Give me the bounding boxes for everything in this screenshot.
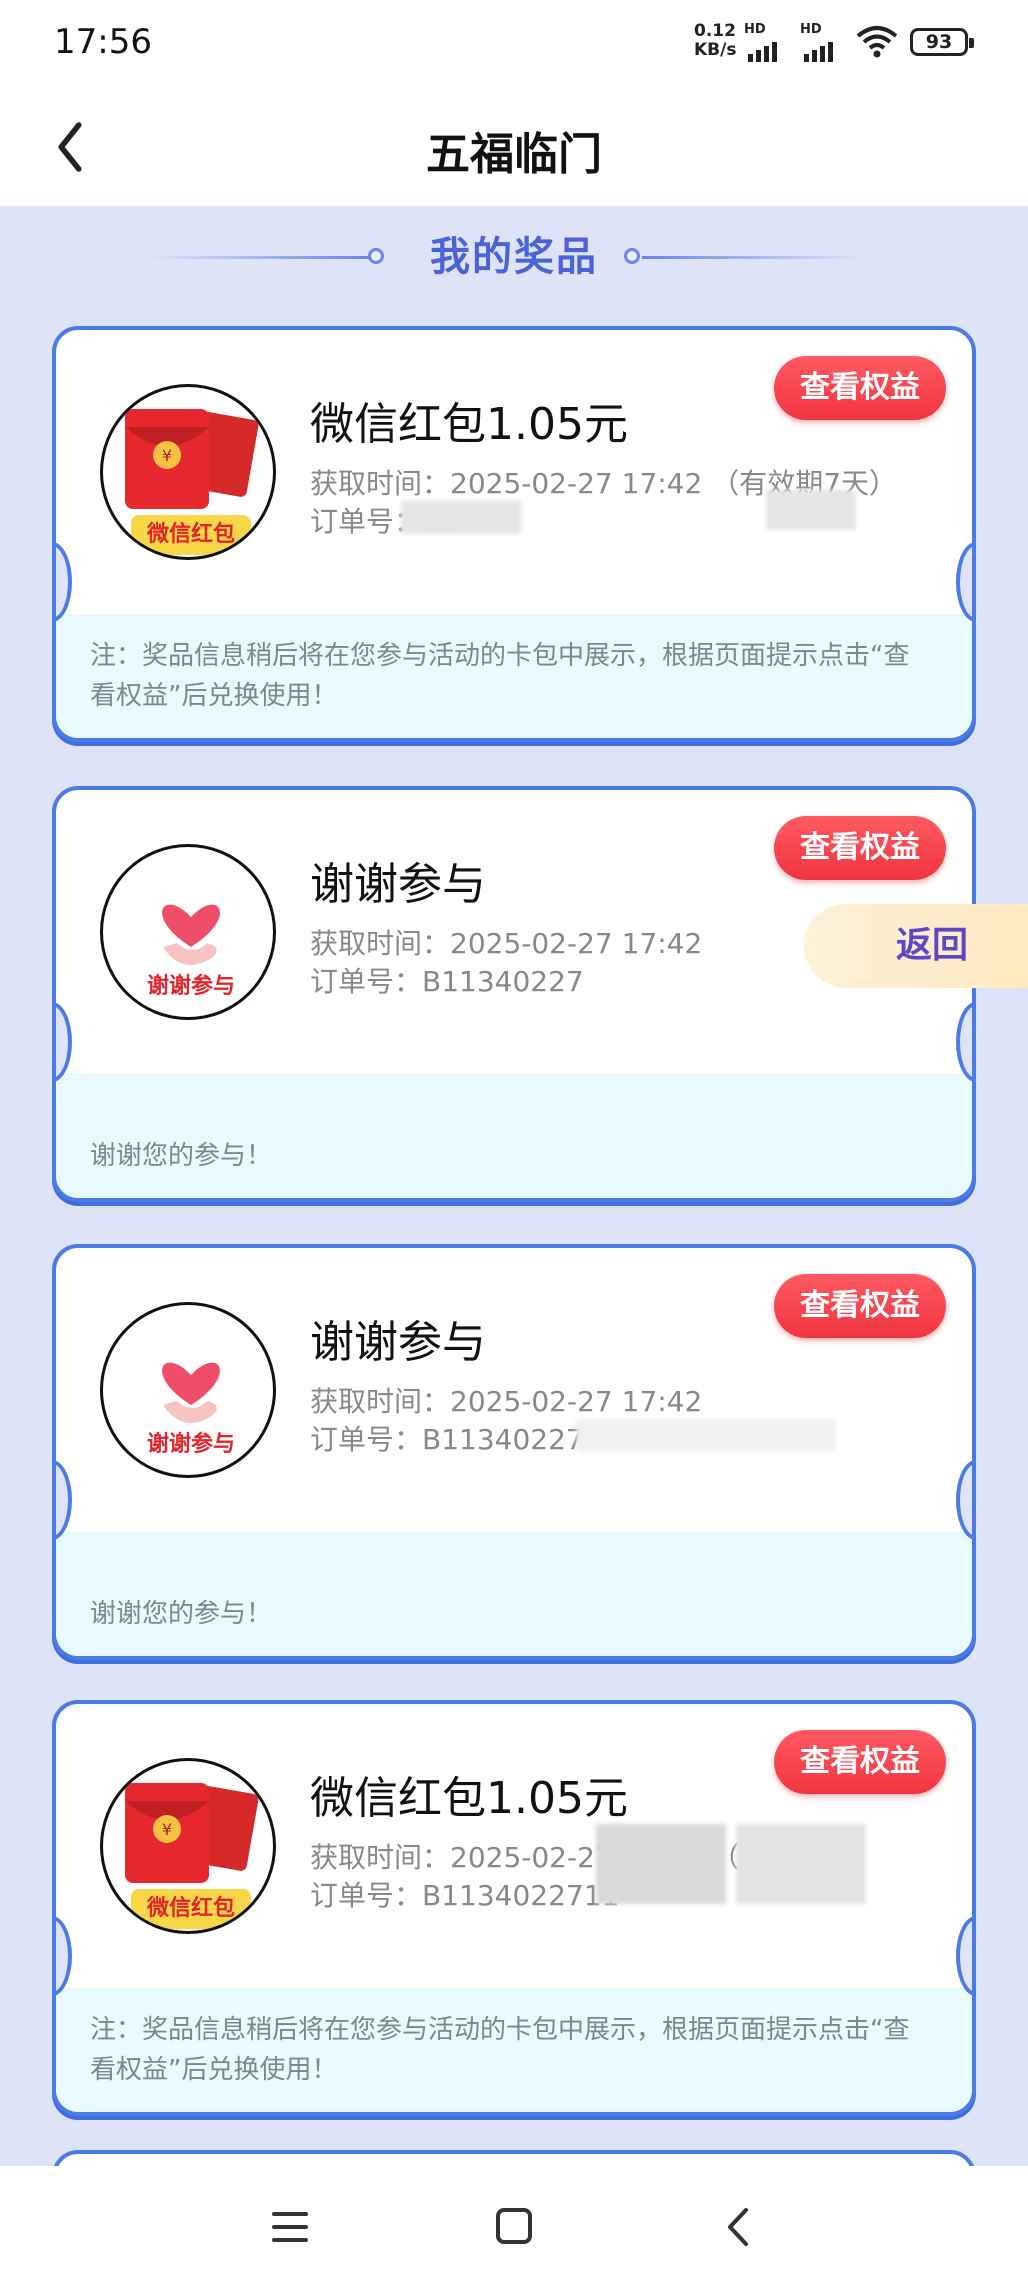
prize-badge: 谢谢参与 [146,1432,235,1457]
prize-card: ¥ 微信红包 微信红包1.05元 获取时间：2025-02-27 17:42 （… [52,1700,976,2116]
card-notch-right [956,1002,972,1082]
svg-text:¥: ¥ [162,1820,172,1839]
heading-dot-right [624,248,640,264]
card-notch-right [956,1460,972,1540]
section-title: 我的奖品 [430,234,598,280]
view-benefits-button[interactable]: 查看权益 [774,1730,946,1794]
redaction [736,1824,866,1904]
net-speed-value: 0.12 [694,21,736,41]
card-notch-left [56,1460,72,1540]
hd-label: HD [744,22,766,37]
redaction [596,1824,726,1904]
redaction [401,500,521,534]
prize-card: ¥ 微信红包 微信红包1.05元 获取时间：2025-02-27 17:42 （… [52,326,976,742]
card-notch-right [956,542,972,622]
card-note: 谢谢您的参与！ [90,1599,273,1629]
prize-badge: 微信红包 [131,515,251,555]
home-icon[interactable] [484,2202,544,2252]
card-note: 注：奖品信息稍后将在您参与活动的卡包中展示，根据页面提示点击“查看权益”后兑换使… [90,2015,910,2085]
status-bar: 17:56 0.12 KB/s HD HD 93 [0,0,1028,88]
red-envelope-image: ¥ 微信红包 [100,384,276,560]
obtain-time: 获取时间：2025-02-27 17:42 [310,927,703,960]
obtain-time: 获取时间：2025-02-27 17:42 [310,1385,703,1418]
order-number: 订单号：B1134022711 [310,1879,620,1912]
card-notch-left [56,1002,72,1082]
system-nav-bar [0,2166,1028,2284]
card-note: 注：奖品信息稍后将在您参与活动的卡包中展示，根据页面提示点击“查看权益”后兑换使… [90,641,910,711]
card-note: 谢谢您的参与！ [90,1141,273,1171]
order-number: 订单号：B11340227 [310,965,584,998]
wifi-icon [856,26,898,58]
thanks-image: 谢谢参与 [100,844,276,1020]
prize-name: 谢谢参与 [310,859,486,910]
prize-card: 谢谢参与 谢谢参与 获取时间：2025-02-27 17:42 订单号：B113… [52,786,976,1202]
prize-card: 谢谢参与 谢谢参与 获取时间：2025-02-27 17:42 订单号：B113… [52,1244,976,1660]
thanks-image: 谢谢参与 [100,1302,276,1478]
page-title: 五福临门 [426,129,602,180]
prize-name: 微信红包1.05元 [310,1773,628,1824]
heading-line-right [642,256,862,259]
prize-name: 谢谢参与 [310,1317,486,1368]
order-number: 订单号：B11340227 [310,1423,584,1456]
card-notch-left [56,542,72,622]
view-benefits-button[interactable]: 查看权益 [774,356,946,420]
prize-badge: 谢谢参与 [146,974,235,999]
menu-icon[interactable] [260,2202,320,2252]
view-benefits-button[interactable]: 查看权益 [774,816,946,880]
battery-indicator: 93 [910,28,974,56]
prize-badge: 微信红包 [131,1889,251,1929]
status-time: 17:56 [54,22,152,62]
redaction [576,1418,836,1452]
svg-text:¥: ¥ [162,446,172,465]
net-speed-unit: KB/s [694,40,737,60]
back-icon[interactable] [708,2202,768,2252]
section-heading: 我的奖品 [0,218,1028,290]
redaction [766,490,856,530]
hd-label-2: HD [800,22,822,37]
float-back-button[interactable]: 返回 [804,904,1028,988]
view-benefits-button[interactable]: 查看权益 [774,1274,946,1338]
prize-name: 微信红包1.05元 [310,399,628,450]
card-notch-left [56,1916,72,1996]
network-speed: 0.12 KB/s [694,22,736,60]
red-envelope-image: ¥ 微信红包 [100,1758,276,1934]
app-header: 五福临门 [0,88,1028,206]
card-notch-right [956,1916,972,1996]
